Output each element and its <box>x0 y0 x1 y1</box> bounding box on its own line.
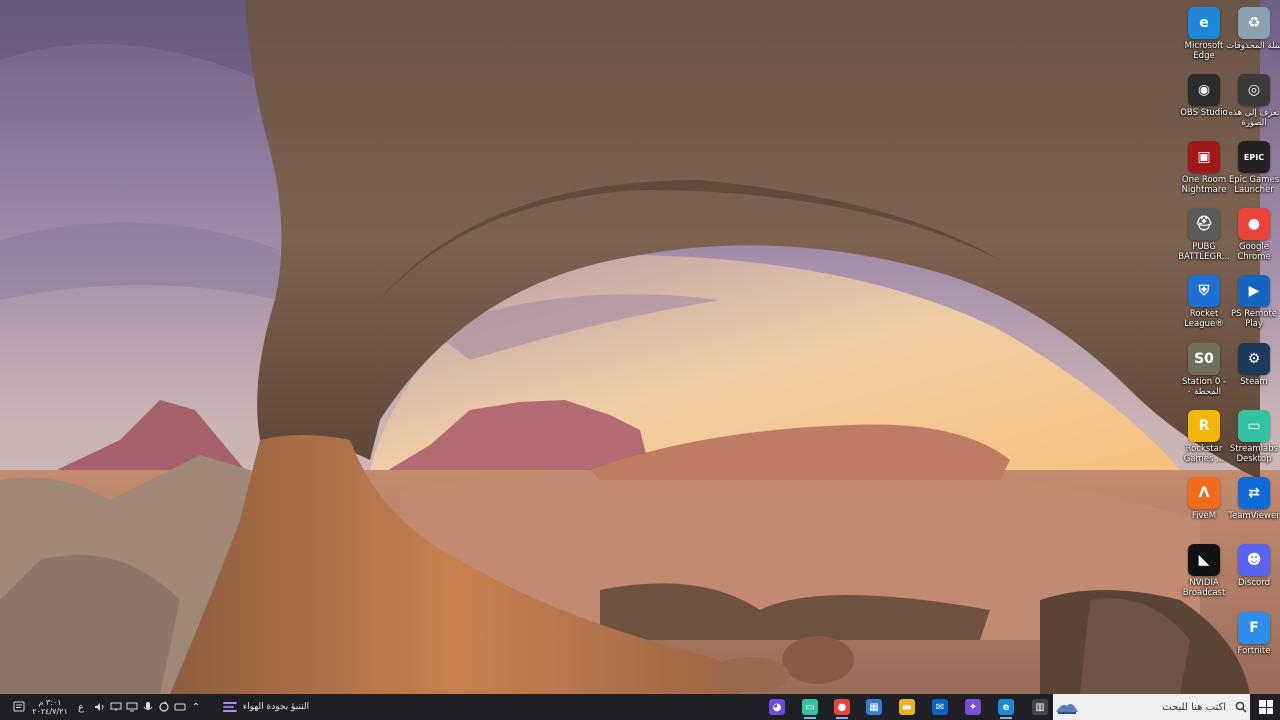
epic-games-icon: EPIC <box>1238 141 1270 173</box>
steam-icon: ⚙ <box>1238 343 1270 375</box>
streamlabs-icon: ▭ <box>802 699 818 715</box>
weather-text: التنبؤ بجودة الهواء <box>242 702 310 712</box>
display-icon[interactable] <box>124 694 140 720</box>
taskbar-app-button[interactable]: ✉ <box>926 694 954 720</box>
desktop-icon-label: Steam <box>1240 377 1268 387</box>
recycle-bin-icon: ♻ <box>1238 7 1270 39</box>
desktop-icon-label: سلة المحذوفات <box>1226 41 1280 51</box>
search-box[interactable]: اكتب هنا للبحث <box>1053 694 1250 720</box>
taskbar-app-button[interactable]: ◕ <box>763 694 791 720</box>
start-button[interactable] <box>1252 694 1280 720</box>
taskbar-app-button[interactable]: ▭ <box>796 694 824 720</box>
desktop-icon-label: Streamlabs Desktop <box>1229 444 1279 464</box>
edge-icon: e <box>1188 7 1220 39</box>
desktop-icon-label: تعرف إلى هذه الصورة <box>1228 108 1280 128</box>
desktop-icon[interactable]: ◎ تعرف إلى هذه الصورة <box>1224 71 1280 137</box>
desktop-icon-label: PS Remote Play <box>1230 309 1278 329</box>
desktop-wallpaper <box>0 0 1280 694</box>
desktop-icon[interactable]: ☻ Discord <box>1224 541 1280 607</box>
desktop-icon-label: Fortnite <box>1237 646 1271 656</box>
desktop-icon-label: Google Chrome <box>1237 242 1271 262</box>
search-highlight-icon <box>1053 694 1081 720</box>
rocket-league-icon: ⛨ <box>1188 275 1220 307</box>
taskbar-app-button[interactable]: e <box>992 694 1020 720</box>
task-view-icon: ▥ <box>1032 699 1048 715</box>
taskbar: اكتب هنا للبحث ▥ e ✦ ✉ ▬ ▦ ● ▭ ◕ التنبؤ بجودة ال… <box>0 694 1280 720</box>
copilot-icon: ✦ <box>965 699 981 715</box>
chrome-icon: ● <box>834 699 850 715</box>
desktop: e Microsoft Edge ♻ سلة المحذوفات ◉ OBS Studio… <box>0 0 1280 694</box>
rockstar-icon: R <box>1188 410 1220 442</box>
obs-icon: ◉ <box>1188 74 1220 106</box>
desktop-icon[interactable]: ⚙ Steam <box>1224 340 1280 406</box>
air-quality-icon <box>222 700 237 714</box>
taskbar-app-button[interactable]: ▥ <box>1026 694 1054 720</box>
teamviewer-icon: ⇄ <box>1238 477 1270 509</box>
onedrive-icon[interactable] <box>172 694 188 720</box>
notifications-icon[interactable] <box>10 694 28 720</box>
desktop-icon[interactable]: ♻ سلة المحذوفات <box>1224 4 1280 70</box>
fortnite-icon: F <box>1238 612 1270 644</box>
sync-icon[interactable] <box>156 694 172 720</box>
store-icon: ▦ <box>866 699 882 715</box>
microphone-icon[interactable] <box>140 694 156 720</box>
volume-icon[interactable] <box>92 694 108 720</box>
desktop-icon-label: Epic Games Launcher <box>1228 175 1280 195</box>
search-icon <box>1232 701 1250 713</box>
desktop-icon[interactable]: ● Google Chrome <box>1224 205 1280 271</box>
nvidia-broadcast-icon: ◣ <box>1188 544 1220 576</box>
desktop-icon[interactable]: EPIC Epic Games Launcher <box>1224 138 1280 204</box>
search-placeholder: اكتب هنا للبحث <box>1162 701 1226 713</box>
chrome-icon: ● <box>1238 208 1270 240</box>
show-hidden-icons-chevron-icon[interactable]: ⌃ <box>188 694 204 720</box>
clock-date: ٢٠٢٤/٧/٢١ <box>32 707 68 716</box>
edge-icon: e <box>998 699 1014 715</box>
weather-widget[interactable]: التنبؤ بجودة الهواء <box>216 694 316 720</box>
clock[interactable]: ٣:٠١ م ٢٠٢٤/٧/٢١ <box>30 694 70 720</box>
station-zero-icon: S0 <box>1188 343 1220 375</box>
one-room-icon: ▣ <box>1188 141 1220 173</box>
desktop-icon-label: Discord <box>1238 578 1270 588</box>
network-icon[interactable] <box>108 694 124 720</box>
file-explorer-icon: ▬ <box>899 699 915 715</box>
clock-time: ٣:٠١ م <box>38 698 62 707</box>
windows-logo-icon <box>1259 700 1273 714</box>
pubg-icon: ⛑ <box>1188 208 1220 240</box>
desktop-icon[interactable]: F Fortnite <box>1224 609 1280 675</box>
desktop-icon[interactable]: ▶ PS Remote Play <box>1224 272 1280 338</box>
desktop-icon-label: TeamViewer <box>1228 511 1280 521</box>
taskbar-app-button[interactable]: ▦ <box>860 694 888 720</box>
fivem-icon: Λ <box>1188 477 1220 509</box>
taskbar-app-button[interactable]: ● <box>828 694 856 720</box>
discord-icon: ☻ <box>1238 544 1270 576</box>
camera-icon: ◎ <box>1238 74 1270 106</box>
desktop-icon[interactable]: ▭ Streamlabs Desktop <box>1224 407 1280 473</box>
streamlabs-icon: ▭ <box>1238 410 1270 442</box>
ps-remote-play-icon: ▶ <box>1238 275 1270 307</box>
language-indicator[interactable]: ع <box>72 694 90 720</box>
app-icon: ◕ <box>769 699 785 715</box>
taskbar-app-button[interactable]: ▬ <box>893 694 921 720</box>
outlook-icon: ✉ <box>932 699 948 715</box>
desktop-icon[interactable]: ⇄ TeamViewer <box>1224 474 1280 540</box>
taskbar-app-button[interactable]: ✦ <box>959 694 987 720</box>
